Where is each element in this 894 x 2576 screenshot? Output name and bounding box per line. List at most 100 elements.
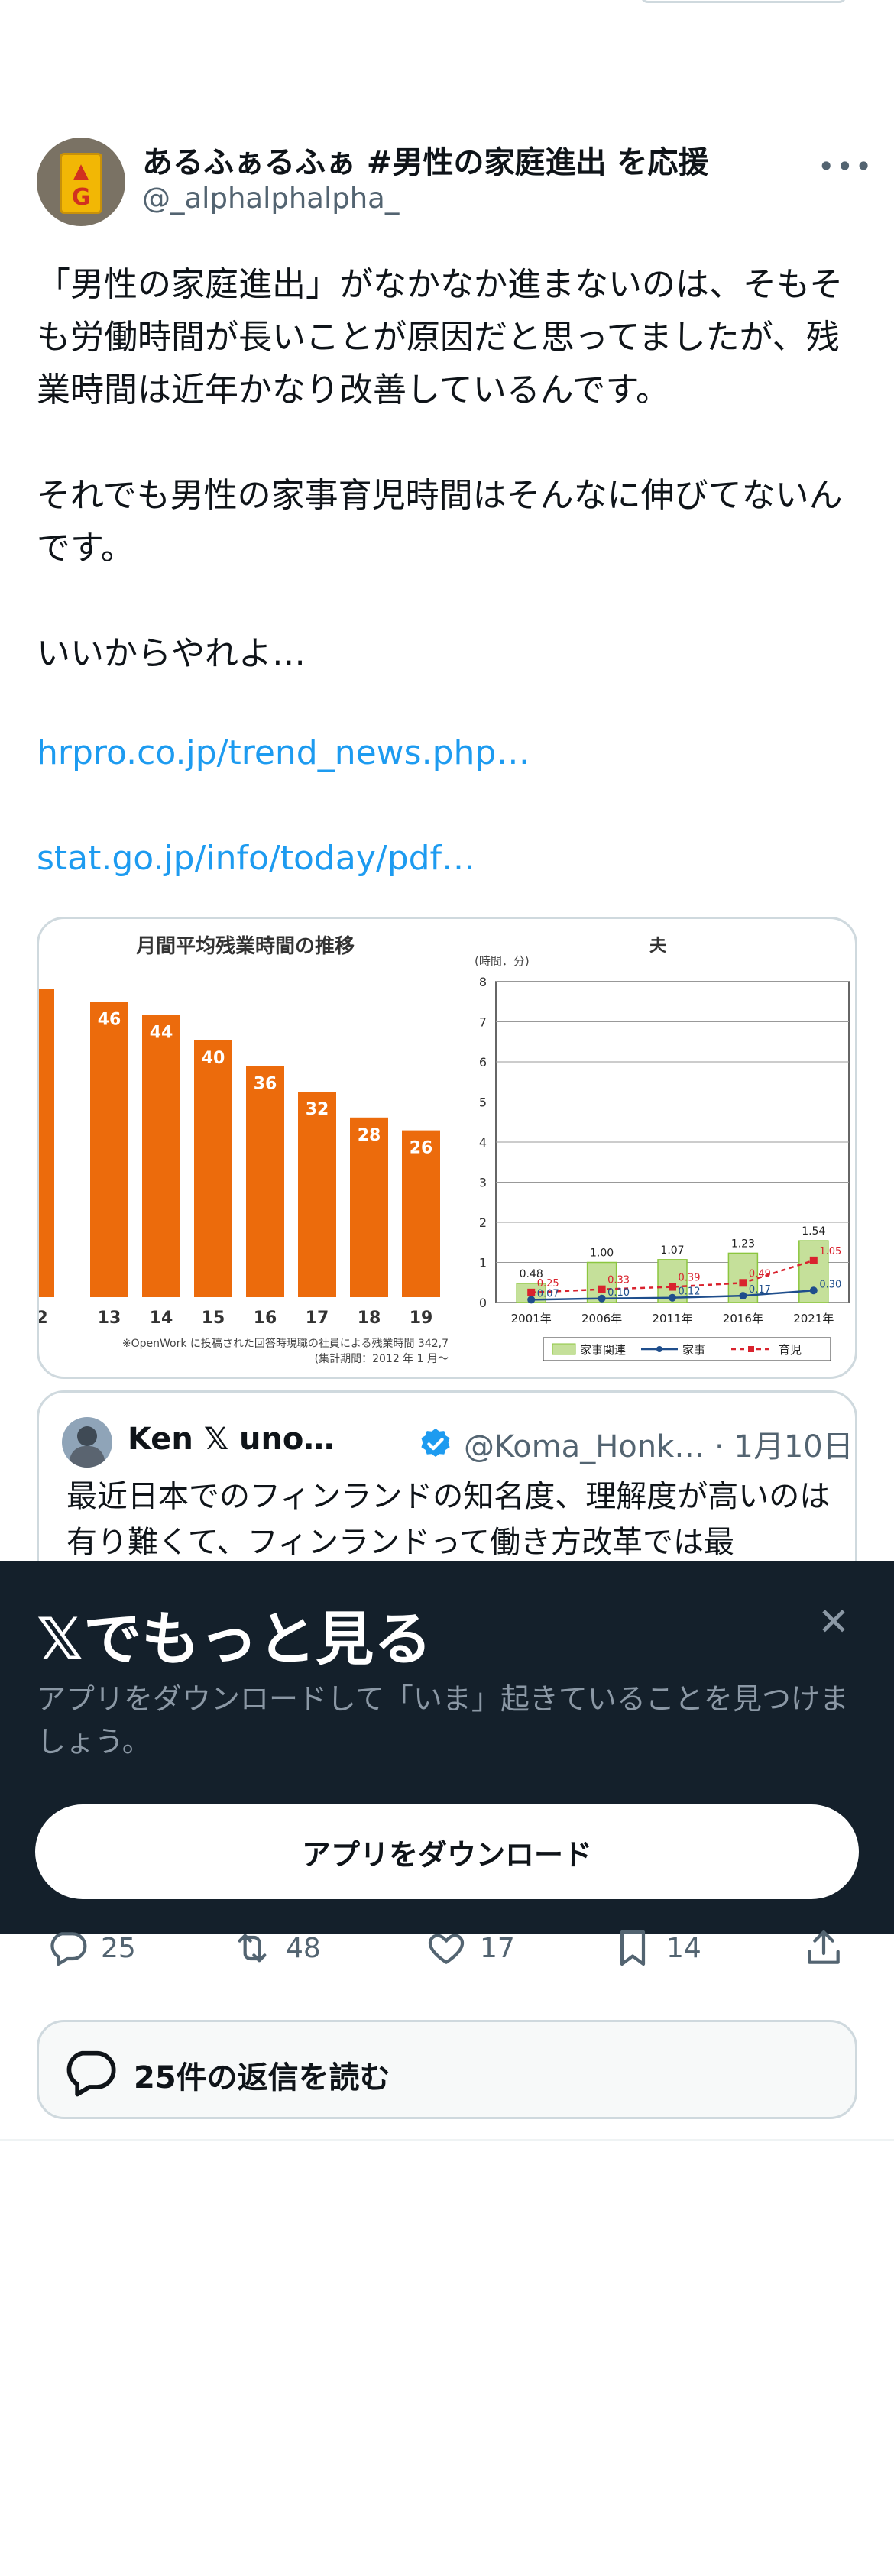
overtime-bar-label: 28 — [358, 1126, 381, 1145]
overtime-bar-label: 32 — [306, 1100, 329, 1119]
chart-left-footnote-2: (集計期間：2012 年 1 月〜 — [315, 1352, 449, 1365]
quoted-display-name[interactable]: Ken 𝕏 uno… — [128, 1422, 334, 1457]
overtime-bar-label: 40 — [202, 1049, 225, 1068]
close-icon[interactable]: ✕ — [818, 1603, 850, 1641]
overtime-x-tick: 15 — [202, 1309, 225, 1328]
chart-left-title: 月間平均残業時間の推移 — [135, 935, 355, 958]
childcare-label: 0.49 — [749, 1268, 771, 1280]
y-tick-label: 2 — [479, 1215, 487, 1230]
childcare-point — [739, 1279, 747, 1287]
legend-label: 育児 — [779, 1343, 802, 1357]
housework-point — [739, 1292, 747, 1300]
overtime-bar — [90, 1002, 128, 1297]
legend-swatch — [656, 1346, 662, 1352]
retweet-button[interactable]: 48 — [231, 1927, 321, 1969]
x-tick-label: 2001年 — [511, 1312, 552, 1325]
y-tick-label: 0 — [479, 1296, 487, 1310]
y-tick-label: 6 — [479, 1055, 487, 1070]
more-options-icon[interactable]: ••• — [818, 150, 873, 183]
overtime-x-tick: 19 — [410, 1309, 433, 1328]
app-download-banner: 𝕏でもっと見る ✕ アプリをダウンロードして「いま」起きていることを見つけましょ… — [0, 1561, 894, 1934]
housework-point — [809, 1286, 818, 1295]
like-button[interactable]: 17 — [425, 1927, 515, 1969]
housework-label: 0.12 — [679, 1286, 701, 1298]
read-replies-button[interactable]: 25件の返信を読む — [37, 2020, 857, 2119]
tweet-link-hrpro[interactable]: hrpro.co.jp/trend_news.php… — [37, 733, 530, 772]
childcare-point — [527, 1288, 536, 1296]
overtime-bar-chart[interactable]: 月間平均残業時間の推移 2 46 13 44 14 40 15 36 16 32 17 28 18 26 1… — [39, 919, 452, 1377]
overtime-bar-label: 46 — [98, 1011, 121, 1030]
y-tick-label: 5 — [479, 1095, 487, 1110]
housework-point — [527, 1296, 536, 1304]
y-tick-label: 1 — [479, 1256, 487, 1270]
chart-left-footnote-1: ※OpenWork に投稿された回答時現職の社員による残業時間 342,7 — [122, 1337, 449, 1350]
user-handle[interactable]: @_alphalphalpha_ — [142, 182, 399, 215]
y-tick-label: 3 — [479, 1176, 487, 1190]
avatar-sign-icon: ▲ G — [60, 153, 102, 214]
like-count: 17 — [480, 1932, 515, 1964]
overtime-bar — [142, 1015, 180, 1297]
banner-title: 𝕏でもっと見る — [37, 1605, 432, 1673]
retweet-icon — [238, 1934, 267, 1963]
housework-point — [598, 1294, 606, 1303]
childcare-point — [598, 1285, 606, 1293]
tweet-link-stat[interactable]: stat.go.jp/info/today/pdf… — [37, 839, 475, 878]
quoted-text: 最近日本でのフィンランドの知名度、理解度が高いのは有り難くて、フィンランドって働… — [66, 1479, 831, 1560]
husband-housework-chart[interactable]: 夫 (時間．分) 0123456780.481.00 1.071.231.540.… — [452, 919, 857, 1377]
user-avatar[interactable]: ▲ G — [37, 138, 125, 226]
housework-related-label: 1.00 — [590, 1248, 614, 1260]
childcare-point — [669, 1283, 676, 1291]
reply-icon — [50, 1932, 87, 1966]
bookmark-count: 14 — [666, 1932, 701, 1964]
x-tick-label: 2011年 — [652, 1312, 692, 1325]
bookmark-button[interactable]: 14 — [611, 1927, 701, 1969]
tweet-text: 「男性の家庭進出」がなかなか進まないのは、そもそも労働時間が長いことが原因だと思… — [37, 265, 844, 673]
y-tick-label: 7 — [479, 1015, 487, 1030]
overtime-bar-label: 26 — [410, 1139, 433, 1158]
overtime-x-tick: 16 — [254, 1309, 277, 1328]
housework-label: 0.30 — [819, 1279, 841, 1290]
overtime-x-tick: 14 — [150, 1309, 173, 1328]
overtime-bar — [298, 1092, 336, 1297]
housework-label: 0.10 — [607, 1287, 630, 1299]
housework-related-label: 1.23 — [731, 1238, 755, 1250]
share-icon — [808, 1930, 840, 1964]
reply-bubble-icon — [66, 2050, 116, 2097]
chart-legend: 家事関連 家事 育児 — [543, 1337, 831, 1361]
y-tick-label: 8 — [479, 975, 487, 989]
heart-icon — [428, 1934, 465, 1964]
overtime-bar-label: 44 — [150, 1023, 173, 1042]
housework-related-label: 1.54 — [802, 1225, 825, 1238]
media-card[interactable]: 月間平均残業時間の推移 2461344144015361632172818261… — [37, 917, 857, 1379]
legend-swatch — [552, 1343, 576, 1355]
y-tick-label: 4 — [479, 1135, 487, 1150]
retweet-count: 48 — [286, 1932, 321, 1964]
overtime-bar — [39, 989, 54, 1297]
reply-count: 25 — [101, 1932, 136, 1964]
housework-point — [669, 1293, 676, 1302]
divider — [0, 2139, 894, 2141]
x-tick-label: 2016年 — [723, 1312, 763, 1325]
legend-label: 家事関連 — [580, 1343, 626, 1357]
x-tick-label: 2006年 — [581, 1312, 622, 1325]
quoted-avatar[interactable] — [62, 1417, 112, 1468]
banner-subtitle: アプリをダウンロードして「いま」起きていることを見つけましょう。 — [37, 1682, 849, 1759]
verified-badge-icon — [421, 1428, 450, 1458]
childcare-label: 0.39 — [679, 1273, 701, 1284]
legend-swatch — [748, 1346, 754, 1352]
childcare-label: 0.33 — [607, 1275, 630, 1286]
housework-label: 0.17 — [749, 1284, 771, 1296]
bookmark-icon — [620, 1930, 646, 1966]
read-replies-label: 25件の返信を読む — [134, 2060, 390, 2095]
reply-button[interactable]: 25 — [46, 1927, 136, 1969]
quoted-handle-date[interactable]: @Koma_Honk… · 1月10日 — [464, 1422, 854, 1466]
childcare-label: 1.05 — [819, 1246, 841, 1257]
display-name[interactable]: あるふぁるふぁ #男性の家庭進出 を応援 — [142, 138, 708, 182]
overtime-bar-label: 36 — [254, 1075, 277, 1094]
overtime-x-tick: 13 — [98, 1309, 121, 1328]
overtime-bar — [194, 1040, 232, 1297]
download-app-button[interactable]: アプリをダウンロード — [35, 1804, 859, 1899]
housework-label: 0.07 — [537, 1288, 559, 1299]
share-button[interactable] — [802, 1927, 845, 1969]
top-handle — [640, 0, 847, 3]
